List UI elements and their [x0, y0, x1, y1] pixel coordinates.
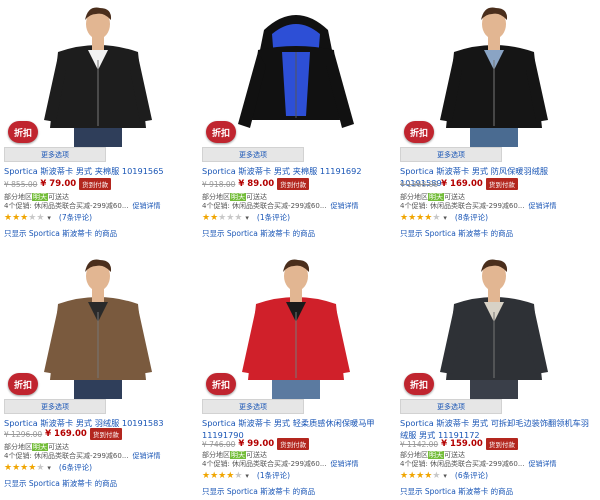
cod-badge: 货到付款	[277, 178, 310, 190]
rating-row: ★★★★★ ▾ (6条评论)	[4, 462, 92, 473]
cod-badge: 货到付款	[485, 178, 518, 190]
only-show-brand-link[interactable]: 只显示 Sportica 斯波蒂卡 的商品	[4, 228, 117, 239]
promo-text: 4个促销: 休闲品类联合买减-299减60...	[4, 452, 129, 460]
promo-details-link[interactable]: 促销详情	[331, 201, 359, 211]
star-rating: ★★★★★	[400, 470, 441, 481]
product-card: 折扣 更多选项 Sportica 斯波蒂卡 男式 夹棉服 10191565 ¥ …	[0, 0, 196, 248]
promo-line: 4个促销: 休闲品类联合买减-299减60... 促销详情	[400, 201, 557, 211]
reviews-link[interactable]: (1条评论)	[257, 470, 290, 481]
promo-details-link[interactable]: 促销详情	[529, 459, 557, 469]
promo-text: 4个促销: 休闲品类联合买减-299减60...	[202, 202, 327, 210]
product-title[interactable]: Sportica 斯波蒂卡 男式 夹棉服 10191565	[4, 165, 194, 177]
tomorrow-tag: 明天	[32, 193, 48, 201]
rating-row: ★★★★★ ▾ (1条评论)	[202, 470, 290, 481]
reviews-link[interactable]: (1条评论)	[257, 212, 290, 223]
star-rating: ★★★★★	[4, 462, 45, 473]
promo-text: 4个促销: 休闲品类联合买减-299减60...	[4, 202, 129, 210]
only-show-brand-link[interactable]: 只显示 Sportica 斯波蒂卡 的商品	[202, 228, 315, 239]
chevron-down-icon[interactable]: ▾	[245, 214, 249, 222]
promo-line: 4个促销: 休闲品类联合买减-299减60... 促销详情	[202, 201, 359, 211]
rating-row: ★★★★★ ▾ (6条评论)	[400, 470, 488, 481]
product-card: 折扣 更多选项 Sportica 斯波蒂卡 男式 可拆卸毛边装饰翻领机车羽绒服 …	[396, 252, 592, 500]
more-options-button[interactable]: 更多选项	[4, 399, 106, 414]
rating-row: ★★★★★ ▾ (7条评论)	[4, 212, 92, 223]
sale-price: ¥ 79.00	[40, 179, 77, 189]
tomorrow-tag: 明天	[32, 443, 48, 451]
star-rating: ★★★★★	[202, 470, 243, 481]
discount-badge: 折扣	[8, 121, 38, 143]
sale-price: ¥ 99.00	[238, 439, 275, 449]
promo-text: 4个促销: 休闲品类联合买减-299减60...	[400, 460, 525, 468]
price-row: ¥ 1368.00 ¥ 169.00 货到付款	[400, 178, 518, 190]
more-options-button[interactable]: 更多选项	[202, 147, 304, 162]
only-show-brand-link[interactable]: 只显示 Sportica 斯波蒂卡 的商品	[202, 486, 315, 497]
reviews-link[interactable]: (6条评论)	[455, 470, 488, 481]
tomorrow-tag: 明天	[230, 193, 246, 201]
original-price: ¥ 1368.00	[400, 179, 439, 189]
only-show-brand-link[interactable]: 只显示 Sportica 斯波蒂卡 的商品	[400, 486, 513, 497]
reviews-link[interactable]: (8条评论)	[455, 212, 488, 223]
sale-price: ¥ 169.00	[441, 179, 483, 189]
star-rating: ★★★★★	[202, 212, 243, 223]
chevron-down-icon[interactable]: ▾	[47, 214, 51, 222]
reviews-link[interactable]: (6条评论)	[59, 462, 92, 473]
star-rating: ★★★★★	[4, 212, 45, 223]
discount-badge: 折扣	[404, 121, 434, 143]
rating-row: ★★★★★ ▾ (1条评论)	[202, 212, 290, 223]
price-row: ¥ 918.00 ¥ 89.00 货到付款	[202, 178, 310, 190]
discount-badge: 折扣	[206, 121, 236, 143]
chevron-down-icon[interactable]: ▾	[245, 472, 249, 480]
promo-details-link[interactable]: 促销详情	[529, 201, 557, 211]
promo-details-link[interactable]: 促销详情	[133, 451, 161, 461]
tomorrow-tag: 明天	[428, 451, 444, 459]
chevron-down-icon[interactable]: ▾	[47, 464, 51, 472]
sale-price: ¥ 159.00	[441, 439, 483, 449]
original-price: ¥ 1296.00	[4, 429, 43, 439]
promo-line: 4个促销: 休闲品类联合买减-299减60... 促销详情	[4, 201, 161, 211]
original-price: ¥ 918.00	[202, 179, 236, 189]
sale-price: ¥ 89.00	[238, 179, 275, 189]
only-show-brand-link[interactable]: 只显示 Sportica 斯波蒂卡 的商品	[4, 478, 117, 489]
promo-line: 4个促销: 休闲品类联合买减-299减60... 促销详情	[400, 459, 557, 469]
cod-badge: 货到付款	[277, 438, 310, 450]
product-title[interactable]: Sportica 斯波蒂卡 男式 夹棉服 11191692	[202, 165, 392, 177]
sale-price: ¥ 169.00	[45, 429, 87, 439]
price-row: ¥ 855.00 ¥ 79.00 货到付款	[4, 178, 112, 190]
more-options-button[interactable]: 更多选项	[400, 147, 502, 162]
product-card: 折扣 更多选项 Sportica 斯波蒂卡 男式 防风保暖羽绒服 1019158…	[396, 0, 592, 248]
chevron-down-icon[interactable]: ▾	[443, 214, 447, 222]
cod-badge: 货到付款	[79, 178, 112, 190]
original-price: ¥ 1142.00	[400, 439, 439, 449]
reviews-link[interactable]: (7条评论)	[59, 212, 92, 223]
product-card: 折扣 更多选项 Sportica 斯波蒂卡 男式 夹棉服 11191692 ¥ …	[198, 0, 394, 248]
more-options-button[interactable]: 更多选项	[400, 399, 502, 414]
product-card: 折扣 更多选项 Sportica 斯波蒂卡 男式 轻柔质感休闲保暖马甲 1119…	[198, 252, 394, 500]
product-card: 折扣 更多选项 Sportica 斯波蒂卡 男式 羽绒服 10191583 ¥ …	[0, 252, 196, 500]
cod-badge: 货到付款	[485, 438, 518, 450]
more-options-button[interactable]: 更多选项	[4, 147, 106, 162]
original-price: ¥ 746.00	[202, 439, 236, 449]
discount-badge: 折扣	[404, 373, 434, 395]
cod-badge: 货到付款	[89, 428, 122, 440]
rating-row: ★★★★★ ▾ (8条评论)	[400, 212, 488, 223]
chevron-down-icon[interactable]: ▾	[443, 472, 447, 480]
promo-details-link[interactable]: 促销详情	[133, 201, 161, 211]
tomorrow-tag: 明天	[230, 451, 246, 459]
original-price: ¥ 855.00	[4, 179, 38, 189]
discount-badge: 折扣	[206, 373, 236, 395]
more-options-button[interactable]: 更多选项	[202, 399, 304, 414]
tomorrow-tag: 明天	[428, 193, 444, 201]
promo-line: 4个促销: 休闲品类联合买减-299减60... 促销详情	[4, 451, 161, 461]
only-show-brand-link[interactable]: 只显示 Sportica 斯波蒂卡 的商品	[400, 228, 513, 239]
promo-line: 4个促销: 休闲品类联合买减-299减60... 促销详情	[202, 459, 359, 469]
price-row: ¥ 1296.00 ¥ 169.00 货到付款	[4, 428, 122, 440]
discount-badge: 折扣	[8, 373, 38, 395]
price-row: ¥ 746.00 ¥ 99.00 货到付款	[202, 438, 310, 450]
promo-details-link[interactable]: 促销详情	[331, 459, 359, 469]
promo-text: 4个促销: 休闲品类联合买减-299减60...	[400, 202, 525, 210]
promo-text: 4个促销: 休闲品类联合买减-299减60...	[202, 460, 327, 468]
star-rating: ★★★★★	[400, 212, 441, 223]
price-row: ¥ 1142.00 ¥ 159.00 货到付款	[400, 438, 518, 450]
